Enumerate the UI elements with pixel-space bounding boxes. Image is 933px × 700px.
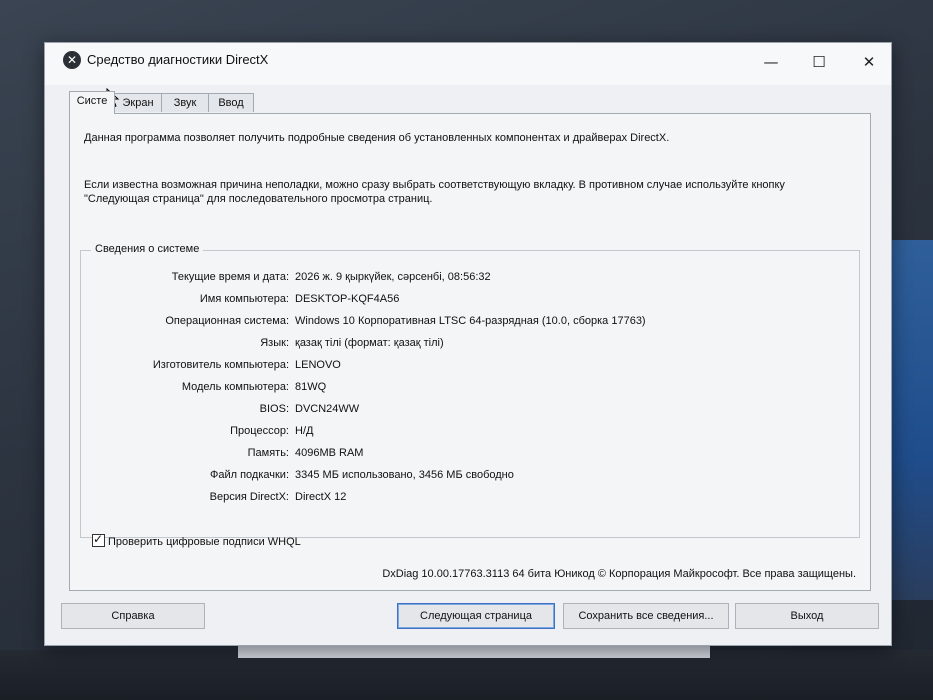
whql-label: Проверить цифровые подписи WHQL: [108, 536, 301, 548]
info-label: Файл подкачки:: [209, 469, 289, 481]
close-button[interactable]: ✕: [849, 51, 889, 73]
info-label: Процессор:: [230, 425, 289, 437]
info-value: 81WQ: [295, 381, 327, 393]
info-label: Текущие время и дата:: [171, 271, 289, 283]
maximize-button[interactable]: ☐: [799, 51, 839, 73]
info-value: Windows 10 Корпоративная LTSC 64-разрядн…: [295, 315, 646, 327]
info-row: Память: 4096MB RAM: [81, 447, 841, 467]
window-title: Средство диагностики DirectX: [87, 52, 269, 67]
info-row: Версия DirectX: DirectX 12: [81, 491, 841, 511]
info-row: Язык: қазақ тілі (формат: қазақ тілі): [81, 337, 841, 357]
minimize-button[interactable]: —: [751, 51, 791, 73]
info-value: LENOVO: [295, 359, 341, 371]
info-row: BIOS: DVCN24WW: [81, 403, 841, 423]
tab-input[interactable]: Ввод: [208, 93, 254, 112]
info-row: Текущие время и дата: 2026 ж. 9 қыркүйек,…: [81, 271, 841, 291]
info-label: Операционная система:: [165, 315, 289, 327]
copyright-text: DxDiag 10.00.17763.3113 64 бита Юникод ©…: [382, 568, 856, 580]
system-tab-panel: Данная программа позволяет получить подр…: [69, 113, 871, 591]
info-label: Язык:: [260, 337, 289, 349]
info-label: Изготовитель компьютера:: [152, 359, 289, 371]
system-info-group: Сведения о системе Текущие время и дата:…: [80, 243, 860, 538]
info-value: 4096MB RAM: [295, 447, 364, 459]
tab-sound[interactable]: Звук: [161, 93, 209, 112]
info-row: Изготовитель компьютера: LENOVO: [81, 359, 841, 379]
whql-checkbox[interactable]: ✓: [92, 532, 105, 547]
exit-button[interactable]: Выход: [735, 603, 879, 629]
tab-display[interactable]: Экран: [114, 93, 162, 112]
info-label: Память:: [247, 447, 289, 459]
info-value: Н/Д: [295, 425, 314, 437]
dxdiag-window: ✕ Средство диагностики DirectX — ☐ ✕ Сис…: [44, 42, 892, 646]
info-row: Файл подкачки: 3345 МБ использовано, 3456…: [81, 469, 841, 489]
check-icon: ✓: [93, 532, 104, 546]
group-title: Сведения о системе: [91, 243, 204, 255]
dxdiag-icon: ✕: [63, 51, 81, 69]
info-value: DESKTOP-KQF4A56: [295, 293, 400, 305]
instructions-text: Если известна возможная причина неполадк…: [84, 179, 785, 205]
info-row: Модель компьютера: 81WQ: [81, 381, 841, 401]
intro-text: Данная программа позволяет получить подр…: [84, 132, 670, 144]
info-value: DVCN24WW: [295, 403, 360, 415]
tab-system[interactable]: Систе: [69, 91, 115, 114]
info-label: Модель компьютера:: [181, 381, 289, 393]
whql-checkbox-row[interactable]: ✓ Проверить цифровые подписи WHQL: [92, 532, 301, 548]
help-button[interactable]: Справка: [61, 603, 205, 629]
info-value: DirectX 12: [295, 491, 347, 503]
info-label: Версия DirectX:: [209, 491, 289, 503]
save-all-button[interactable]: Сохранить все сведения...: [563, 603, 729, 629]
title-bar[interactable]: ✕ Средство диагностики DirectX — ☐ ✕: [45, 43, 891, 85]
info-value: 3345 МБ использовано, 3456 МБ свободно: [295, 469, 514, 481]
info-label: Имя компьютера:: [199, 293, 289, 305]
info-value: 2026 ж. 9 қыркүйек, сәрсенбі, 08:56:32: [295, 271, 491, 283]
next-page-button[interactable]: Следующая страница: [397, 603, 555, 629]
info-row: Операционная система: Windows 10 Корпорат…: [81, 315, 841, 335]
info-row: Процессор: Н/Д: [81, 425, 841, 445]
info-row: Имя компьютера: DESKTOP-KQF4A56: [81, 293, 841, 313]
info-label: BIOS:: [259, 403, 289, 415]
info-value: қазақ тілі (формат: қазақ тілі): [295, 337, 444, 349]
